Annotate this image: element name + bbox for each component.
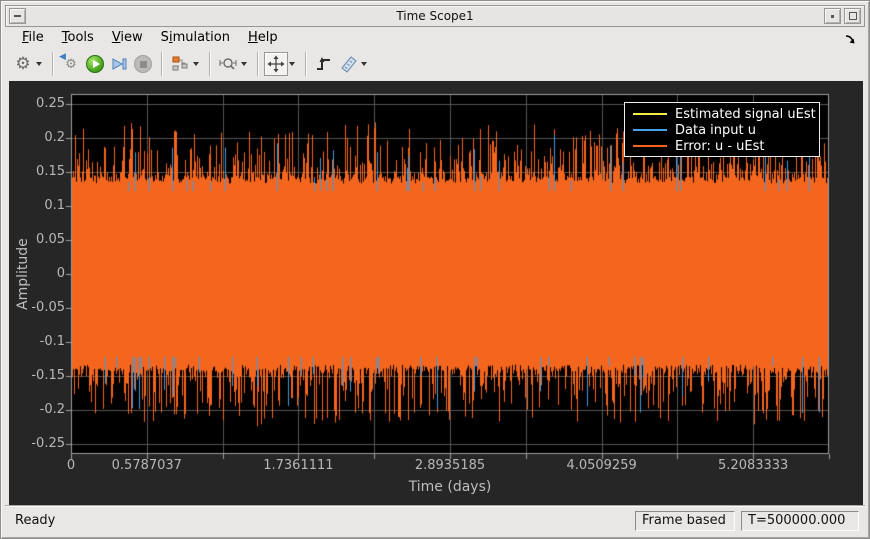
- statusbar: Ready Frame based T=500000.000: [5, 506, 865, 534]
- window-menu-button[interactable]: [9, 8, 26, 24]
- measurements-dropdown-arrow-icon[interactable]: [361, 62, 367, 66]
- scope-panel: Amplitude Time (days) Estimated signal u…: [9, 81, 863, 508]
- legend[interactable]: Estimated signal uEst Data input u Error…: [624, 102, 820, 157]
- back-arrow-icon: ◀: [59, 52, 66, 62]
- toolbar-separator: [161, 52, 162, 76]
- frame-mode-indicator: Frame based: [635, 510, 735, 531]
- y-tick-label: -0.15: [31, 368, 65, 383]
- y-tick-label: 0.1: [44, 197, 65, 213]
- window-menu-icon: [14, 15, 21, 17]
- stop-icon: [134, 55, 152, 73]
- toolbar-separator: [305, 52, 306, 76]
- x-axis-label: Time (days): [408, 479, 492, 495]
- legend-label: Error: u - uEst: [675, 138, 765, 154]
- titlebar[interactable]: Time Scope1: [5, 5, 865, 27]
- span-axes-dropdown-arrow-icon[interactable]: [289, 62, 295, 66]
- run-icon: [86, 55, 104, 73]
- trigger-icon: [317, 57, 330, 70]
- x-tick-label: 2.8935185: [414, 458, 486, 473]
- zoom-dropdown-arrow-icon[interactable]: [241, 62, 247, 66]
- legend-label: Estimated signal uEst: [675, 106, 816, 122]
- menu-tools[interactable]: Tools: [53, 28, 103, 47]
- status-message: Ready: [15, 513, 56, 528]
- legend-entry: Error: u - uEst: [633, 138, 819, 154]
- signal-selector-button[interactable]: [168, 52, 192, 76]
- menu-view[interactable]: View: [103, 28, 152, 47]
- span-axes-icon: [267, 55, 285, 73]
- y-tick-label: -0.2: [39, 402, 65, 417]
- minimize-button[interactable]: [824, 8, 841, 24]
- time-scope-window: Time Scope1 File Tools View Simulation H…: [0, 0, 870, 539]
- menu-help[interactable]: Help: [239, 28, 287, 47]
- window-title: Time Scope1: [396, 9, 474, 23]
- menu-file[interactable]: File: [13, 28, 53, 47]
- signal-selector-icon: [172, 56, 188, 71]
- minimize-icon: [831, 14, 834, 18]
- toolbar: ⚙ ⚙ ◀: [5, 48, 865, 80]
- maximize-icon: [848, 12, 857, 20]
- measurements-button[interactable]: [336, 52, 360, 76]
- gear-icon: ⚙: [15, 53, 31, 74]
- settings-button[interactable]: ⚙: [11, 52, 35, 76]
- simulation-time-indicator: T=500000.000: [741, 510, 859, 531]
- signal-selector-dropdown-arrow-icon[interactable]: [193, 62, 199, 66]
- span-axes-button[interactable]: [264, 52, 288, 76]
- toolbar-separator: [52, 52, 53, 76]
- run-button[interactable]: [83, 52, 107, 76]
- x-tick-label: 5.2083333: [718, 458, 789, 473]
- stop-button[interactable]: [131, 52, 155, 76]
- x-tick-label: 0.5787037: [111, 458, 182, 473]
- zoom-button[interactable]: [216, 52, 240, 76]
- simulink-gear-icon: ⚙: [65, 56, 77, 72]
- menubar: File Tools View Simulation Help: [5, 27, 865, 48]
- x-tick-label: 4.0509259: [566, 458, 637, 473]
- measurements-icon: [340, 56, 357, 73]
- settings-dropdown-arrow-icon[interactable]: [36, 62, 42, 66]
- step-forward-icon: [112, 58, 127, 70]
- y-tick-label: -0.1: [39, 334, 65, 349]
- legend-entry: Data input u: [633, 122, 819, 138]
- legend-entry: Estimated signal uEst: [633, 106, 819, 122]
- y-tick-label: -0.25: [31, 436, 65, 451]
- y-tick-label: 0: [56, 266, 65, 281]
- y-tick-label: 0.25: [36, 95, 65, 111]
- legend-label: Data input u: [675, 122, 756, 138]
- toolbar-separator: [257, 52, 258, 76]
- y-tick-label: 0.15: [36, 163, 65, 179]
- legend-line-sample: [633, 129, 667, 131]
- y-tick-label: 0.05: [36, 231, 65, 247]
- x-tick-label: 1.7361111: [263, 458, 334, 473]
- step-forward-button[interactable]: [107, 52, 131, 76]
- y-tick-label: -0.05: [31, 300, 65, 315]
- toolbar-separator: [209, 52, 210, 76]
- legend-line-sample: [633, 145, 667, 147]
- connect-to-simulink-button[interactable]: ⚙ ◀: [59, 52, 83, 76]
- trigger-button[interactable]: [312, 52, 336, 76]
- menu-simulation[interactable]: Simulation: [152, 28, 239, 47]
- legend-line-sample: [633, 113, 667, 115]
- maximize-button[interactable]: [844, 8, 861, 24]
- zoom-icon: [219, 58, 237, 70]
- y-tick-label: 0.2: [44, 129, 65, 145]
